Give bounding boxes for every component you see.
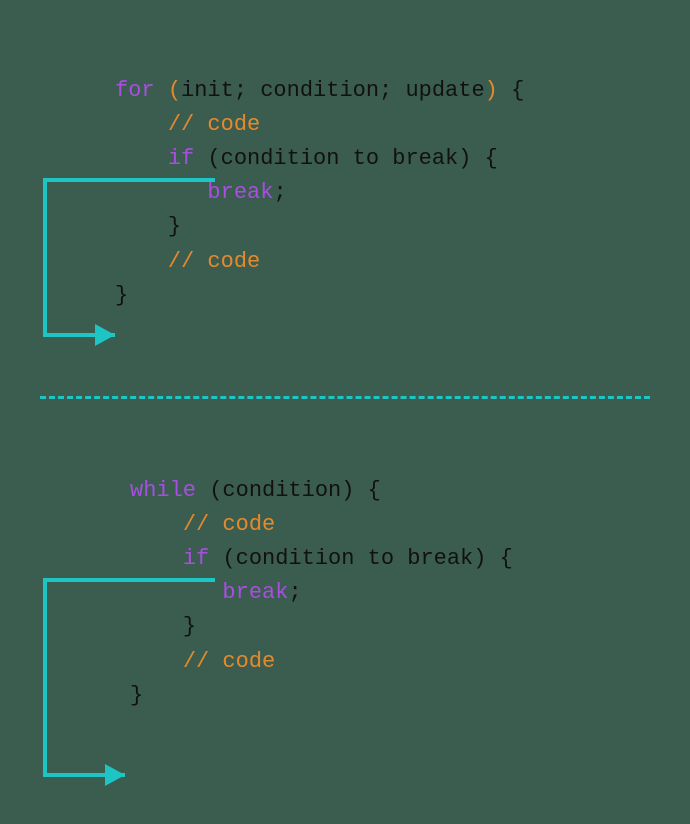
break-flow-arrow-while [0, 0, 690, 824]
